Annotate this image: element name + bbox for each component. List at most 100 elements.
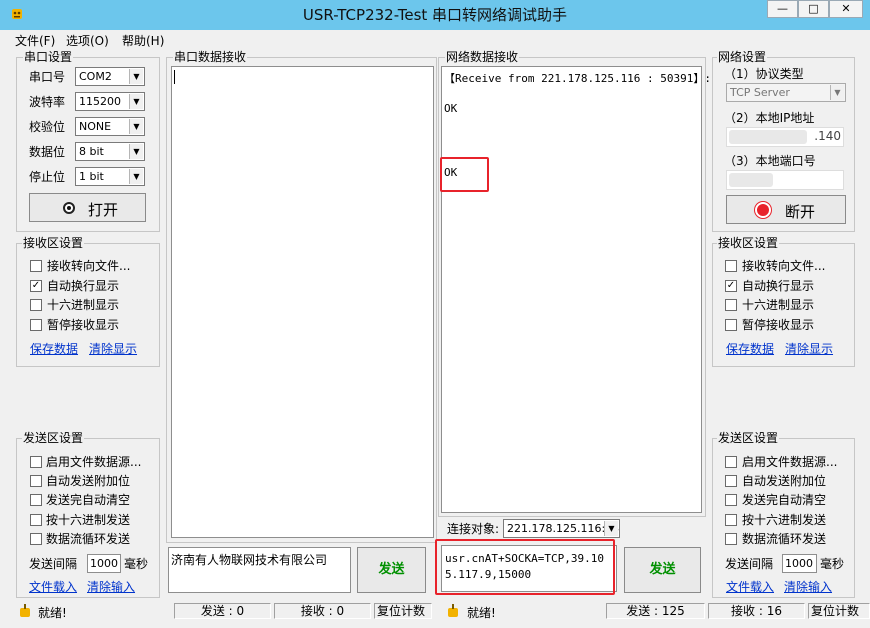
checkbox-net-hex-display[interactable] [725, 299, 737, 311]
send-interval-input[interactable]: 1000 [87, 554, 121, 573]
net-save-data-link[interactable]: 保存数据 [726, 340, 774, 357]
net-auto-wrap-label: 自动换行显示 [742, 279, 815, 293]
net-recv-to-file-label: 接收转向文件... [742, 259, 826, 273]
net-hex-send-label: 按十六进制发送 [742, 513, 827, 527]
net-auto-clear-label: 发送完自动清空 [742, 493, 827, 507]
hex-send-label: 按十六进制发送 [46, 513, 131, 527]
stopbits-select[interactable]: 1 bit ▼ [75, 167, 145, 186]
dropdown-arrow-icon: ▼ [129, 94, 143, 109]
send-interval-label: 发送间隔 [29, 557, 78, 571]
connect-target-label: 连接对象: [447, 522, 500, 536]
net-send-button[interactable]: 发送 [624, 547, 701, 593]
open-port-button[interactable]: 打开 [29, 193, 146, 222]
ip-suffix: .140 [814, 129, 841, 143]
serial-send-input[interactable]: 济南有人物联网技术有限公司 [168, 547, 351, 593]
net-send-interval-input[interactable]: 1000 [782, 554, 817, 573]
checkbox-auto-clear[interactable] [30, 494, 42, 506]
baud-value: 115200 [79, 95, 121, 108]
left-sent-count: 发送 : 0 [174, 603, 271, 619]
net-interval-unit-label: 毫秒 [820, 557, 845, 571]
ready-icon [448, 604, 458, 617]
serial-send-options-label: 发送区设置 [22, 431, 85, 445]
stop-icon [755, 202, 771, 218]
checkbox-net-auto-wrap[interactable]: ✓ [725, 280, 737, 292]
net-append-bits-label: 自动发送附加位 [742, 474, 827, 488]
text-cursor [174, 70, 175, 84]
net-loop-send-label: 数据流循环发送 [742, 532, 827, 546]
dropdown-arrow-icon: ▼ [129, 169, 143, 184]
parity-value: NONE [79, 120, 112, 133]
checkbox-net-hex-send[interactable] [725, 514, 737, 526]
right-reset-count-button[interactable]: 复位计数 [808, 603, 870, 619]
net-hex-display-label: 十六进制显示 [742, 298, 815, 312]
local-port-label: （3）本地端口号 [724, 154, 816, 168]
right-recv-count: 接收 : 16 [708, 603, 805, 619]
net-file-source-label: 启用文件数据源... [742, 455, 838, 469]
menu-options[interactable]: 选项(O) [66, 32, 109, 49]
serial-recv-options-label: 接收区设置 [22, 236, 85, 250]
clear-display-link[interactable]: 清除显示 [89, 340, 137, 357]
checkbox-hex-send[interactable] [30, 514, 42, 526]
local-ip-label: （2）本地IP地址 [724, 111, 815, 125]
checkbox-auto-wrap[interactable]: ✓ [30, 280, 42, 292]
net-clear-input-link[interactable]: 清除输入 [784, 578, 832, 595]
checkbox-file-source[interactable] [30, 456, 42, 468]
recv-to-file-label: 接收转向文件... [47, 259, 131, 273]
serial-send-button[interactable]: 发送 [357, 547, 426, 593]
checkbox-net-recv-to-file[interactable] [725, 260, 737, 272]
clear-input-link[interactable]: 清除输入 [87, 578, 135, 595]
protocol-select[interactable]: TCP Server ▼ [726, 83, 846, 102]
right-sent-count: 发送 : 125 [606, 603, 705, 619]
checkbox-pause-display[interactable] [30, 319, 42, 331]
maximize-button[interactable]: □ [798, 0, 829, 18]
record-icon [63, 202, 75, 214]
net-settings-label: 网络设置 [717, 50, 768, 64]
checkbox-recv-to-file[interactable] [30, 260, 42, 272]
right-status-ready: 就绪! [467, 606, 496, 620]
auto-wrap-label: 自动换行显示 [47, 279, 120, 293]
menu-help[interactable]: 帮助(H) [122, 32, 164, 49]
checkbox-append-bits[interactable] [30, 475, 42, 487]
baud-select[interactable]: 115200 ▼ [75, 92, 145, 111]
left-recv-count: 接收 : 0 [274, 603, 371, 619]
blurred-ip [729, 130, 807, 144]
checkbox-net-pause-display[interactable] [725, 319, 737, 331]
auto-clear-label: 发送完自动清空 [46, 493, 131, 507]
interval-unit-label: 毫秒 [124, 557, 149, 571]
checkbox-hex-display[interactable] [30, 299, 42, 311]
menu-file[interactable]: 文件(F) [15, 32, 55, 49]
parity-select[interactable]: NONE ▼ [75, 117, 145, 136]
minimize-button[interactable]: — [767, 0, 798, 18]
net-file-load-link[interactable]: 文件载入 [726, 578, 774, 595]
port-value: COM2 [79, 70, 112, 83]
serial-recv-textarea[interactable] [171, 66, 434, 538]
local-ip-input[interactable]: .140 [726, 127, 844, 147]
port-label: 串口号 [29, 70, 66, 84]
save-data-link[interactable]: 保存数据 [30, 340, 78, 357]
file-load-link[interactable]: 文件载入 [29, 578, 77, 595]
disconnect-button[interactable]: 断开 [726, 195, 846, 224]
file-source-label: 启用文件数据源... [46, 455, 142, 469]
baud-label: 波特率 [29, 95, 66, 109]
checkbox-net-auto-clear[interactable] [725, 494, 737, 506]
checkbox-net-append-bits[interactable] [725, 475, 737, 487]
dropdown-arrow-icon: ▼ [830, 85, 844, 100]
databits-value: 8 bit [79, 145, 104, 158]
checkbox-net-file-source[interactable] [725, 456, 737, 468]
databits-select[interactable]: 8 bit ▼ [75, 142, 145, 161]
net-recv-options-label: 接收区设置 [717, 236, 780, 250]
window-title: USR-TCP232-Test 串口转网络调试助手 [302, 6, 568, 24]
left-reset-count-button[interactable]: 复位计数 [374, 603, 432, 619]
pause-display-label: 暂停接收显示 [47, 318, 120, 332]
stopbits-label: 停止位 [29, 170, 66, 184]
close-button[interactable]: ✕ [829, 0, 863, 18]
stopbits-value: 1 bit [79, 170, 104, 183]
net-clear-display-link[interactable]: 清除显示 [785, 340, 833, 357]
checkbox-net-loop-send[interactable] [725, 533, 737, 545]
net-recv-textarea[interactable]: 【Receive from 221.178.125.116 : 50391】: … [441, 66, 711, 513]
net-recv-label: 网络数据接收 [445, 50, 520, 64]
local-port-input[interactable] [726, 170, 844, 190]
checkbox-loop-send[interactable] [30, 533, 42, 545]
connect-target-select[interactable]: 221.178.125.116:63 ▼ [503, 519, 620, 538]
port-select[interactable]: COM2 ▼ [75, 67, 145, 86]
